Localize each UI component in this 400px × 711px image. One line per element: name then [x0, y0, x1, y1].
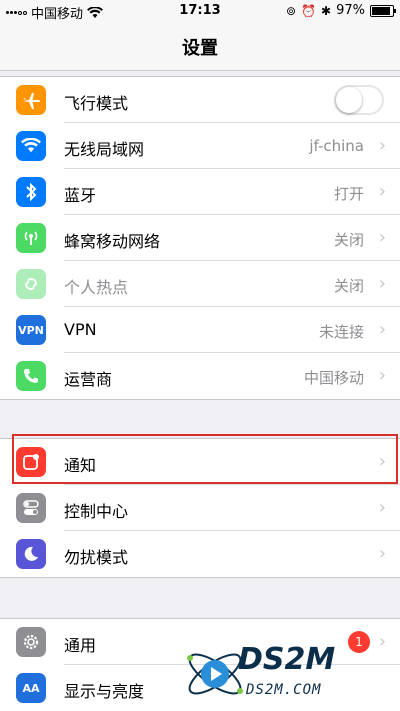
control-center-label: 控制中心 [64, 502, 129, 521]
airplane-icon [16, 85, 46, 115]
settings-row-vpn[interactable]: VPN VPN 未连接 › [0, 307, 400, 353]
settings-row-bluetooth[interactable]: 蓝牙 打开 › [0, 169, 400, 215]
settings-row-hotspot[interactable]: 个人热点 关闭 › [0, 261, 400, 307]
vpn-icon: VPN [16, 315, 46, 345]
bluetooth-status-icon: ✱ [321, 3, 332, 18]
airplane-label: 飞行模式 [64, 94, 129, 113]
chevron-right-icon: › [378, 497, 386, 518]
cellular-value: 关闭 [333, 231, 364, 249]
settings-group-connectivity: 飞行模式 无线局域网 jf-china › 蓝牙 打开 › 蜂窝移动网络 关闭 … [0, 76, 400, 400]
chevron-right-icon: › [378, 135, 386, 156]
settings-row-cellular[interactable]: 蜂窝移动网络 关闭 › [0, 215, 400, 261]
toggle-knob [336, 87, 362, 113]
rotation-lock-icon: ⊚ [286, 3, 297, 18]
display-icon: AA [16, 673, 46, 703]
general-label: 通用 [64, 636, 97, 655]
nav-bar: 设置 [0, 22, 400, 71]
moon-icon [16, 539, 46, 569]
status-right: ⊚ ⏰ ✱ 97% [286, 3, 396, 18]
watermark-title: DS2M [238, 642, 336, 677]
highlight-box [12, 434, 398, 484]
gear-icon [16, 627, 46, 657]
wifi-label: 无线局域网 [64, 140, 145, 159]
vpn-label: VPN [64, 320, 97, 339]
settings-row-carrier[interactable]: 运营商 中国移动 › [0, 353, 400, 399]
control-center-icon [16, 493, 46, 523]
page-title: 设置 [182, 38, 218, 59]
wifi-value: jf-china [309, 137, 364, 155]
hotspot-label: 个人热点 [64, 278, 129, 297]
hotspot-value: 关闭 [333, 277, 364, 295]
wifi-icon [16, 131, 46, 161]
do-not-disturb-label: 勿扰模式 [64, 548, 129, 567]
watermark-subtitle: DS2M.COM [246, 682, 322, 698]
cellular-icon [16, 223, 46, 253]
cellular-label: 蜂窝移动网络 [64, 232, 161, 251]
bluetooth-label: 蓝牙 [64, 186, 97, 205]
chevron-right-icon: › [378, 273, 386, 294]
chevron-right-icon: › [378, 543, 386, 564]
bluetooth-value: 打开 [333, 185, 364, 203]
watermark-logo: DS2M DS2M.COM [180, 636, 400, 711]
chevron-right-icon: › [378, 365, 386, 386]
chevron-right-icon: › [378, 227, 386, 248]
settings-row-airplane[interactable]: 飞行模式 [0, 77, 400, 123]
display-label: 显示与亮度 [64, 682, 145, 701]
battery-icon [370, 4, 396, 17]
battery-fill [372, 6, 390, 15]
settings-row-do-not-disturb[interactable]: 勿扰模式 › [0, 531, 400, 577]
status-bar: 中国移动 17:13 ⊚ ⏰ ✱ 97% [0, 0, 400, 22]
chevron-right-icon: › [378, 319, 386, 340]
alarm-icon: ⏰ [301, 3, 317, 18]
airplane-toggle[interactable] [334, 85, 384, 115]
carrier-label: 运营商 [64, 370, 113, 389]
bluetooth-icon [16, 177, 46, 207]
carrier-value: 中国移动 [303, 369, 364, 387]
settings-row-control-center[interactable]: 控制中心 › [0, 485, 400, 531]
vpn-value: 未连接 [318, 323, 364, 341]
chevron-right-icon: › [378, 181, 386, 202]
hotspot-icon [16, 269, 46, 299]
phone-icon [16, 361, 46, 391]
settings-row-wifi[interactable]: 无线局域网 jf-china › [0, 123, 400, 169]
battery-percent: 97% [336, 3, 365, 18]
